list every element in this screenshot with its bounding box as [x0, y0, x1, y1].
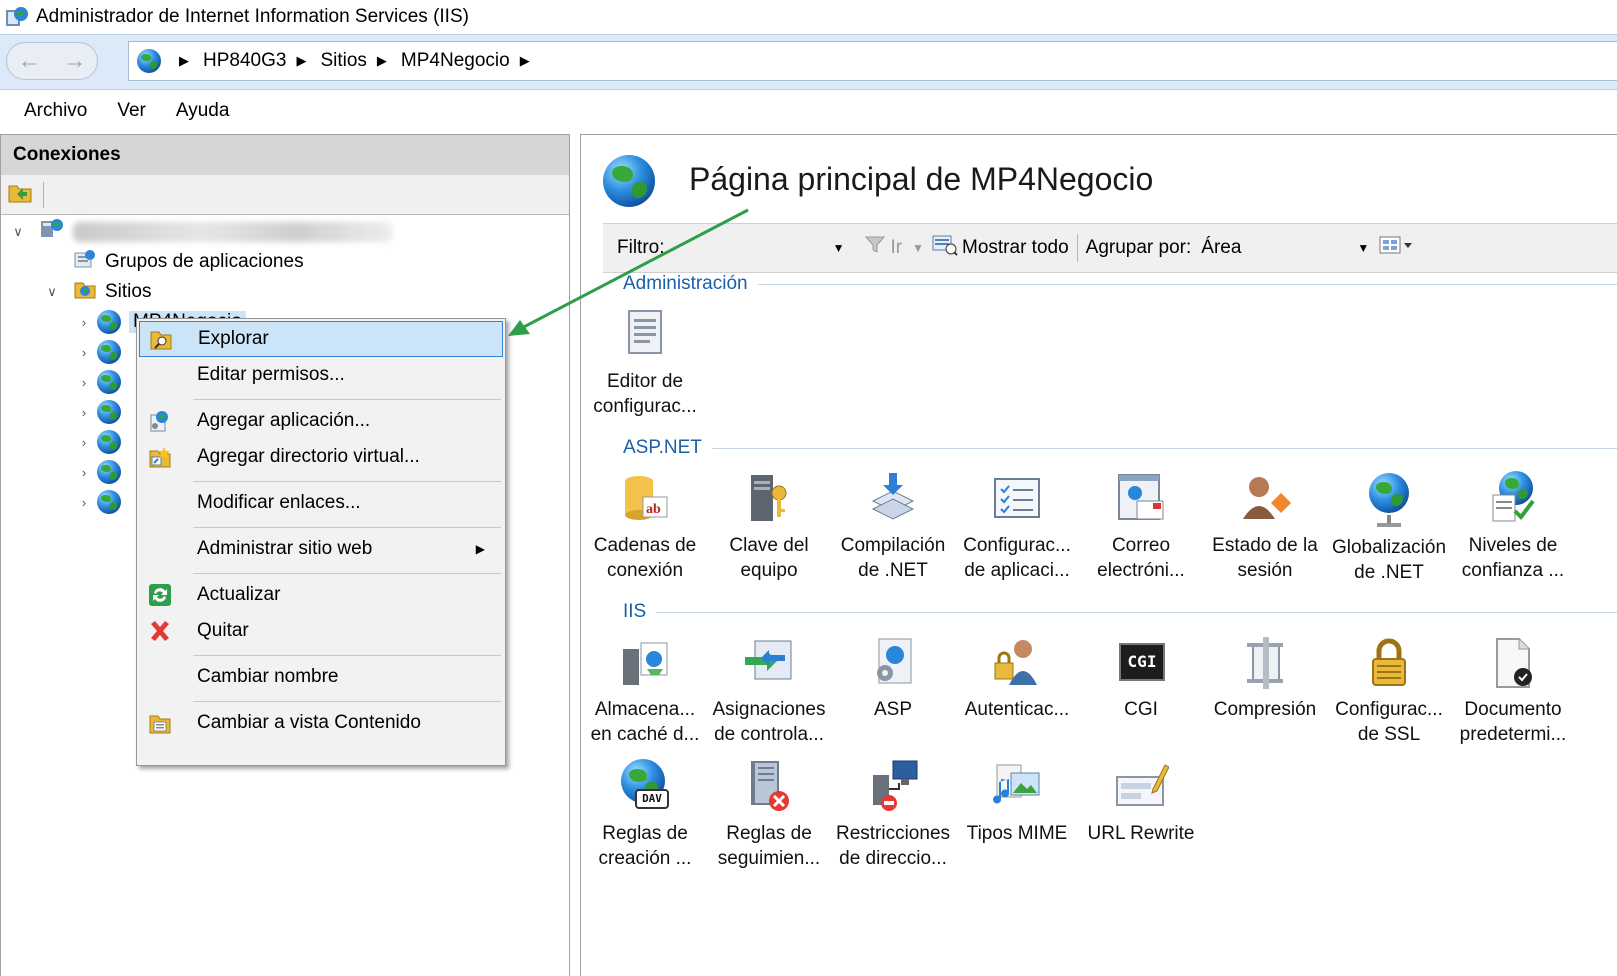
menu-item-label: Cambiar a vista Contenido: [197, 712, 421, 733]
menu-separator: [193, 527, 501, 528]
menu-item-label: Cambiar nombre: [197, 666, 339, 687]
menu-item-label: Actualizar: [197, 584, 281, 605]
menu-separator: [193, 399, 501, 400]
context-menu: Explorar Editar permisos... Agregar apli…: [136, 318, 506, 766]
menu-separator: [193, 481, 501, 482]
content-view-icon: [145, 708, 175, 738]
menu-separator: [193, 655, 501, 656]
menu-item-refresh[interactable]: Actualizar: [139, 577, 503, 613]
submenu-arrow-icon: ▶: [475, 542, 485, 556]
menu-item-rename[interactable]: Cambiar nombre: [139, 659, 503, 695]
refresh-icon: [145, 580, 175, 610]
menu-item-manage-website[interactable]: Administrar sitio web ▶: [139, 531, 503, 567]
menu-item-edit-permissions[interactable]: Editar permisos...: [139, 357, 503, 393]
menu-item-label: Administrar sitio web: [197, 538, 373, 559]
menu-item-explore[interactable]: Explorar: [139, 321, 503, 357]
menu-item-add-application[interactable]: Agregar aplicación...: [139, 403, 503, 439]
menu-separator: [193, 701, 501, 702]
explore-icon: [146, 324, 176, 354]
menu-item-switch-content-view[interactable]: Cambiar a vista Contenido: [139, 705, 503, 741]
menu-item-label: Editar permisos...: [197, 364, 345, 385]
add-virtual-directory-icon: [145, 442, 175, 472]
menu-item-label: Agregar aplicación...: [197, 410, 371, 431]
menu-item-label: Agregar directorio virtual...: [197, 446, 420, 467]
menu-item-label: Explorar: [198, 328, 269, 349]
menu-item-label: Quitar: [197, 620, 249, 641]
menu-item-edit-bindings[interactable]: Modificar enlaces...: [139, 485, 503, 521]
menu-item-add-virtual-directory[interactable]: Agregar directorio virtual...: [139, 439, 503, 475]
menu-item-remove[interactable]: Quitar: [139, 613, 503, 649]
add-application-icon: [145, 406, 175, 436]
remove-x-icon: [145, 616, 175, 646]
menu-item-label: Modificar enlaces...: [197, 492, 361, 513]
menu-separator: [193, 573, 501, 574]
